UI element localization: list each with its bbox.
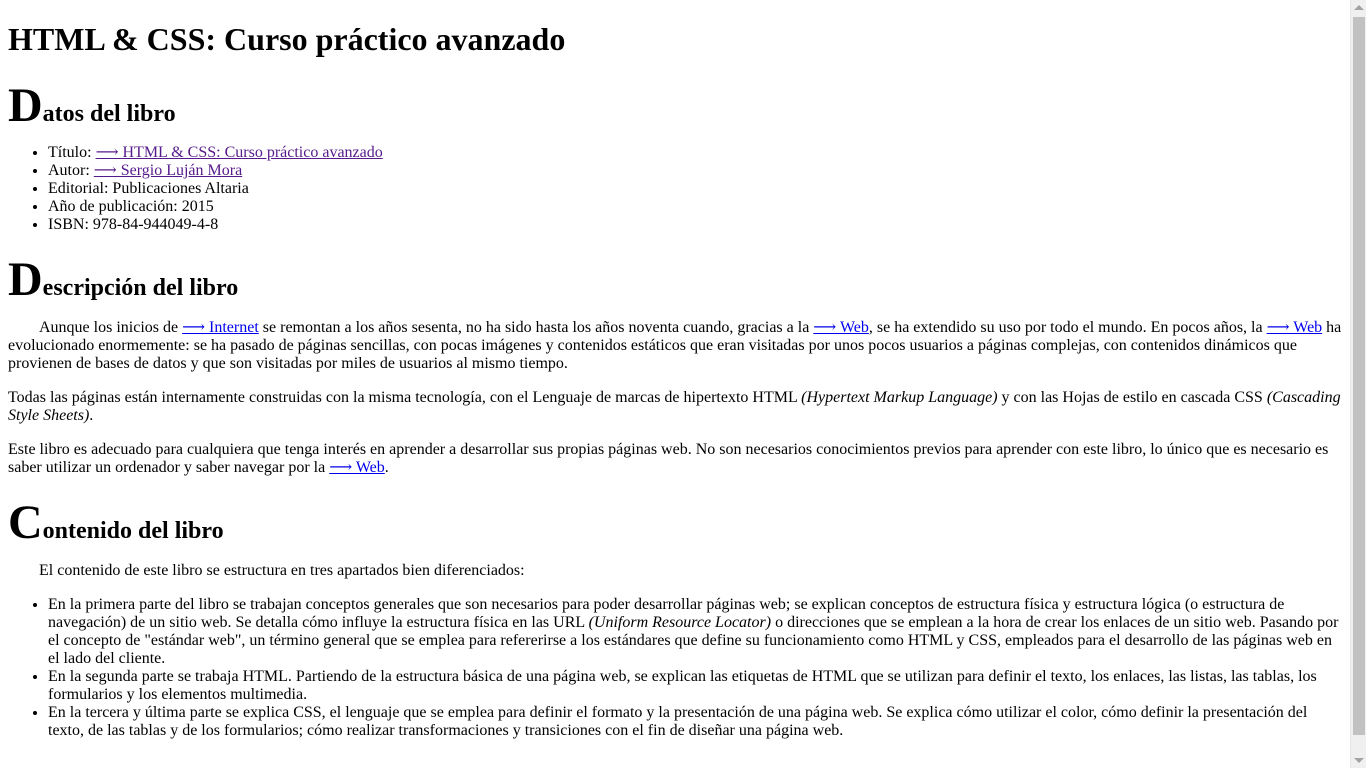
web-link[interactable]: ⟶ Web bbox=[1267, 319, 1323, 336]
heading-initial: D bbox=[8, 79, 43, 132]
text: y con las Hojas de estilo en cascada CSS bbox=[997, 389, 1267, 406]
web-link[interactable]: ⟶ Web bbox=[813, 319, 869, 336]
content-list: En la primera parte del libro se trabaja… bbox=[8, 596, 1342, 740]
list-item: En la tercera y última parte se explica … bbox=[48, 704, 1342, 740]
description-paragraph-2: Todas las páginas están internamente con… bbox=[8, 389, 1342, 425]
text: Todas las páginas están internamente con… bbox=[8, 389, 802, 406]
titulo-link[interactable]: ⟶ HTML & CSS: Curso práctico avanzado bbox=[96, 144, 383, 161]
text: . bbox=[384, 459, 389, 476]
heading-initial: C bbox=[8, 496, 43, 549]
heading-rest: atos del libro bbox=[42, 101, 176, 127]
section-heading-descripcion: Descripción del libro bbox=[8, 256, 1342, 304]
list-item-autor: Autor: ⟶ Sergio Luján Mora bbox=[48, 162, 1342, 180]
book-data-list: Título: ⟶ HTML & CSS: Curso práctico ava… bbox=[8, 144, 1342, 234]
list-item-titulo: Título: ⟶ HTML & CSS: Curso práctico ava… bbox=[48, 144, 1342, 162]
italic-text: (Uniform Resource Locator) bbox=[588, 614, 772, 631]
autor-link[interactable]: ⟶ Sergio Luján Mora bbox=[94, 162, 242, 179]
heading-rest: escripción del libro bbox=[42, 275, 239, 301]
text: Este libro es adecuado para cualquiera q… bbox=[8, 441, 1329, 476]
text: Aunque los inicios de bbox=[39, 319, 183, 336]
scroll-up-arrow-icon[interactable] bbox=[1354, 5, 1364, 10]
description-paragraph-1: Aunque los inicios de ⟶ Internet se remo… bbox=[8, 319, 1342, 373]
page-content: HTML & CSS: Curso práctico avanzado Dato… bbox=[0, 0, 1350, 768]
list-item-isbn: ISBN: 978-84-944049-4-8 bbox=[48, 216, 1342, 234]
vertical-scrollbar[interactable] bbox=[1350, 0, 1366, 768]
section-heading-contenido: Contenido del libro bbox=[8, 499, 1342, 547]
autor-label: Autor: bbox=[48, 162, 94, 179]
heading-initial: D bbox=[8, 253, 43, 306]
scrollbar-thumb[interactable] bbox=[1353, 17, 1365, 735]
internet-link[interactable]: ⟶ Internet bbox=[182, 319, 259, 336]
titulo-label: Título: bbox=[48, 144, 96, 161]
page-title: HTML & CSS: Curso práctico avanzado bbox=[8, 21, 566, 57]
content-intro: El contenido de este libro se estructura… bbox=[39, 562, 525, 579]
list-item-editorial: Editorial: Publicaciones Altaria bbox=[48, 180, 1342, 198]
web-link[interactable]: ⟶ Web bbox=[329, 459, 385, 476]
text: . bbox=[89, 407, 94, 424]
list-item-anio: Año de publicación: 2015 bbox=[48, 198, 1342, 216]
list-item: En la segunda parte se trabaja HTML. Par… bbox=[48, 668, 1342, 704]
section-heading-datos: Datos del libro bbox=[8, 82, 1342, 130]
list-item: En la primera parte del libro se trabaja… bbox=[48, 596, 1342, 668]
italic-text: (Hypertext Markup Language) bbox=[801, 389, 998, 406]
description-paragraph-3: Este libro es adecuado para cualquiera q… bbox=[8, 441, 1342, 477]
text: , se ha extendido su uso por todo el mun… bbox=[868, 319, 1267, 336]
scroll-down-arrow-icon[interactable] bbox=[1354, 758, 1364, 763]
text: se remontan a los años sesenta, no ha si… bbox=[258, 319, 814, 336]
heading-rest: ontenido del libro bbox=[42, 518, 224, 544]
